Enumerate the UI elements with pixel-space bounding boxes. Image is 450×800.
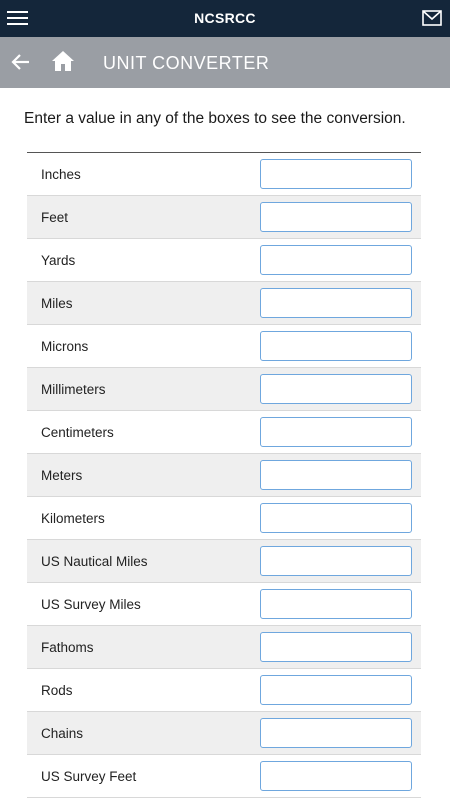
unit-row-feet: Feet	[27, 196, 421, 239]
unit-row-meters: Meters	[27, 454, 421, 497]
unit-label: US Nautical Miles	[41, 554, 148, 569]
home-button[interactable]	[51, 50, 75, 72]
unit-label: Fathoms	[41, 640, 94, 655]
unit-label: Meters	[41, 468, 83, 483]
mail-button[interactable]	[422, 9, 442, 27]
unit-label: Feet	[41, 210, 69, 225]
unit-label: Kilometers	[41, 511, 105, 526]
page-title: UNIT CONVERTER	[103, 53, 270, 73]
unit-input-feet[interactable]	[260, 202, 412, 232]
unit-row-fathoms: Fathoms	[27, 626, 421, 669]
unit-input-us-nautical-miles[interactable]	[260, 546, 412, 576]
unit-label: Centimeters	[41, 425, 114, 440]
unit-list: Inches Feet Yards Miles Microns Millimeters Ce…	[27, 152, 421, 798]
unit-row-us-survey-miles: US Survey Miles	[27, 583, 421, 626]
unit-label: US Survey Miles	[41, 597, 141, 612]
unit-label: Rods	[41, 683, 73, 698]
unit-label: Yards	[41, 253, 76, 268]
back-button[interactable]	[10, 52, 32, 72]
unit-input-centimeters[interactable]	[260, 417, 412, 447]
unit-row-us-nautical-miles: US Nautical Miles	[27, 540, 421, 583]
unit-label: Microns	[41, 339, 89, 354]
unit-input-us-survey-feet[interactable]	[260, 761, 412, 791]
instruction-text: Enter a value in any of the boxes to see…	[24, 110, 406, 127]
unit-label: Millimeters	[41, 382, 106, 397]
unit-row-kilometers: Kilometers	[27, 497, 421, 540]
unit-input-millimeters[interactable]	[260, 374, 412, 404]
unit-row-yards: Yards	[27, 239, 421, 282]
unit-input-fathoms[interactable]	[260, 632, 412, 662]
unit-input-kilometers[interactable]	[260, 503, 412, 533]
unit-input-yards[interactable]	[260, 245, 412, 275]
app-title: NCSRCC	[194, 10, 256, 26]
unit-row-microns: Microns	[27, 325, 421, 368]
unit-input-microns[interactable]	[260, 331, 412, 361]
unit-input-miles[interactable]	[260, 288, 412, 318]
mail-icon	[422, 10, 442, 26]
unit-row-centimeters: Centimeters	[27, 411, 421, 454]
unit-row-us-survey-feet: US Survey Feet	[27, 755, 421, 798]
unit-input-us-survey-miles[interactable]	[260, 589, 412, 619]
unit-row-inches: Inches	[27, 153, 421, 196]
unit-label: US Survey Feet	[41, 769, 137, 784]
unit-label: Chains	[41, 726, 84, 741]
unit-input-meters[interactable]	[260, 460, 412, 490]
unit-label: Inches	[41, 167, 81, 182]
unit-input-inches[interactable]	[260, 159, 412, 189]
app-header: NCSRCC	[0, 0, 450, 37]
unit-input-rods[interactable]	[260, 675, 412, 705]
home-icon	[52, 51, 74, 71]
sub-header: UNIT CONVERTER	[0, 37, 450, 88]
unit-row-rods: Rods	[27, 669, 421, 712]
unit-row-miles: Miles	[27, 282, 421, 325]
unit-input-chains[interactable]	[260, 718, 412, 748]
unit-row-chains: Chains	[27, 712, 421, 755]
unit-label: Miles	[41, 296, 73, 311]
back-arrow-icon	[11, 54, 29, 70]
unit-row-millimeters: Millimeters	[27, 368, 421, 411]
